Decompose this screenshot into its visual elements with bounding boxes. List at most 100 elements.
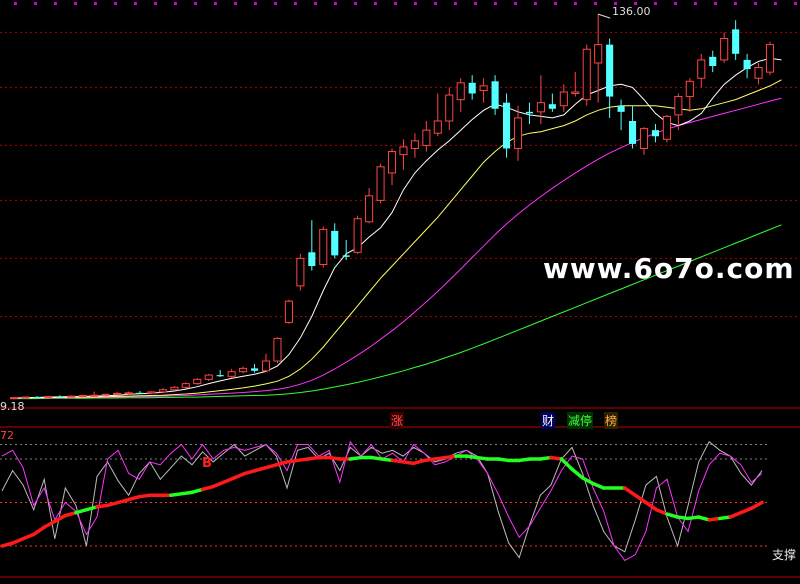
top-marker-dot (254, 2, 257, 5)
candle-body-up (284, 300, 293, 324)
candle-body-up (559, 91, 568, 107)
top-marker-dot (554, 2, 557, 5)
watermark: www.6o7o.com (543, 252, 795, 285)
top-marker-dot (34, 2, 37, 5)
candle-body-up (582, 48, 591, 101)
top-marker-dot (74, 2, 77, 5)
candle-body-up (536, 102, 545, 113)
candle-body-up (479, 85, 488, 91)
top-marker-dot (274, 2, 277, 5)
candle-body-down (502, 102, 511, 149)
candle-body-up (353, 218, 362, 253)
candle-body-up (433, 120, 442, 134)
top-marker-dot (94, 2, 97, 5)
candle-body-up (765, 44, 775, 73)
candle-body-up (422, 129, 431, 146)
indicator-thick-segment (580, 476, 595, 486)
candle-body-up (9, 397, 19, 400)
candle-body-down (525, 111, 534, 114)
top-marker-dot (194, 2, 197, 5)
badge-suspend[interactable]: 减停 (567, 412, 594, 429)
candle-body-down (342, 255, 350, 257)
candle-body-down (468, 82, 476, 94)
top-marker-dot (494, 2, 497, 5)
top-marker-dot (314, 2, 317, 5)
chart-canvas: 136.00 9.18 72 涨 财 减停 榜 www.6o7o.com B 支… (0, 0, 800, 580)
candle-body-down (709, 56, 717, 67)
low-price-label: 9.18 (0, 400, 25, 413)
top-marker-dot (454, 2, 457, 5)
candle-body-up (662, 115, 671, 140)
candle-body-up (239, 367, 248, 373)
top-marker-dot (734, 2, 737, 5)
buy-signal-marker: B (202, 456, 212, 471)
indicator-thick-segment (31, 525, 46, 537)
candle-body-up (296, 257, 305, 287)
indicator-thick-segment (749, 500, 764, 511)
ma60-line (14, 224, 782, 400)
candle-body-down (308, 252, 316, 267)
badge-finance[interactable]: 财 (541, 412, 556, 429)
top-marker-dot (134, 2, 137, 5)
top-marker-dot (14, 2, 17, 5)
top-marker-dot (514, 2, 517, 5)
top-marker-dot (334, 2, 337, 5)
candle-body-up (720, 38, 729, 61)
top-marker-dot (654, 2, 657, 5)
high-price-label: 136.00 (612, 5, 651, 18)
candle-body-up (456, 82, 465, 101)
candle-body-up (170, 386, 179, 391)
top-marker-dot (594, 2, 597, 5)
top-marker-dot (574, 2, 577, 5)
chart-svg (0, 2, 800, 578)
candle-body-up (158, 389, 167, 393)
candle-body-up (181, 383, 190, 388)
candle-body-up (21, 396, 30, 399)
high-marker-line (598, 13, 611, 19)
candle-body-up (67, 395, 76, 398)
ma5-line (13, 57, 782, 399)
indicator-thick-segment (623, 486, 638, 497)
top-marker-dot (394, 2, 397, 5)
candle-body-up (365, 195, 374, 223)
candle-body-down (216, 375, 224, 377)
top-marker-dot (214, 2, 217, 5)
top-marker-dot (434, 2, 437, 5)
candle-body-up (674, 96, 683, 116)
moving-average-layer (13, 57, 782, 400)
candle-body-up (90, 394, 99, 397)
top-marker-dot (154, 2, 157, 5)
top-marker-dot (694, 2, 697, 5)
indicator-layer (0, 440, 770, 562)
top-marker-dot (354, 2, 357, 5)
top-marker-dot (754, 2, 757, 5)
candle-body-up (227, 371, 236, 377)
grid-layer (0, 2, 800, 578)
candle-body-down (606, 44, 614, 97)
top-marker-dot (534, 2, 537, 5)
top-marker-dot (114, 2, 117, 5)
candle-body-down (732, 29, 740, 54)
badge-ranking[interactable]: 榜 (604, 412, 619, 429)
candle-body-up (513, 117, 523, 149)
candle-body-down (548, 104, 556, 109)
badge-rise[interactable]: 涨 (390, 412, 405, 429)
candle-body-down (651, 130, 660, 137)
top-marker-dot (374, 2, 377, 5)
ma20-line (13, 97, 782, 399)
candle-body-down (743, 59, 751, 70)
candle-body-up (204, 374, 213, 380)
support-label: 支撑 (772, 548, 797, 562)
candle-body-up (399, 146, 408, 156)
candle-body-up (147, 391, 156, 394)
candle-body-up (261, 360, 271, 372)
candle-body-down (331, 230, 339, 256)
candle-body-up (113, 392, 122, 395)
top-marker-dot (414, 2, 417, 5)
top-marker-dot (234, 2, 237, 5)
candle-body-up (639, 128, 649, 149)
indicator-value-label: 72 (0, 429, 14, 442)
indicator-thick-segment (42, 519, 57, 529)
candle-body-down (617, 105, 625, 112)
top-marker-dot (474, 2, 477, 5)
